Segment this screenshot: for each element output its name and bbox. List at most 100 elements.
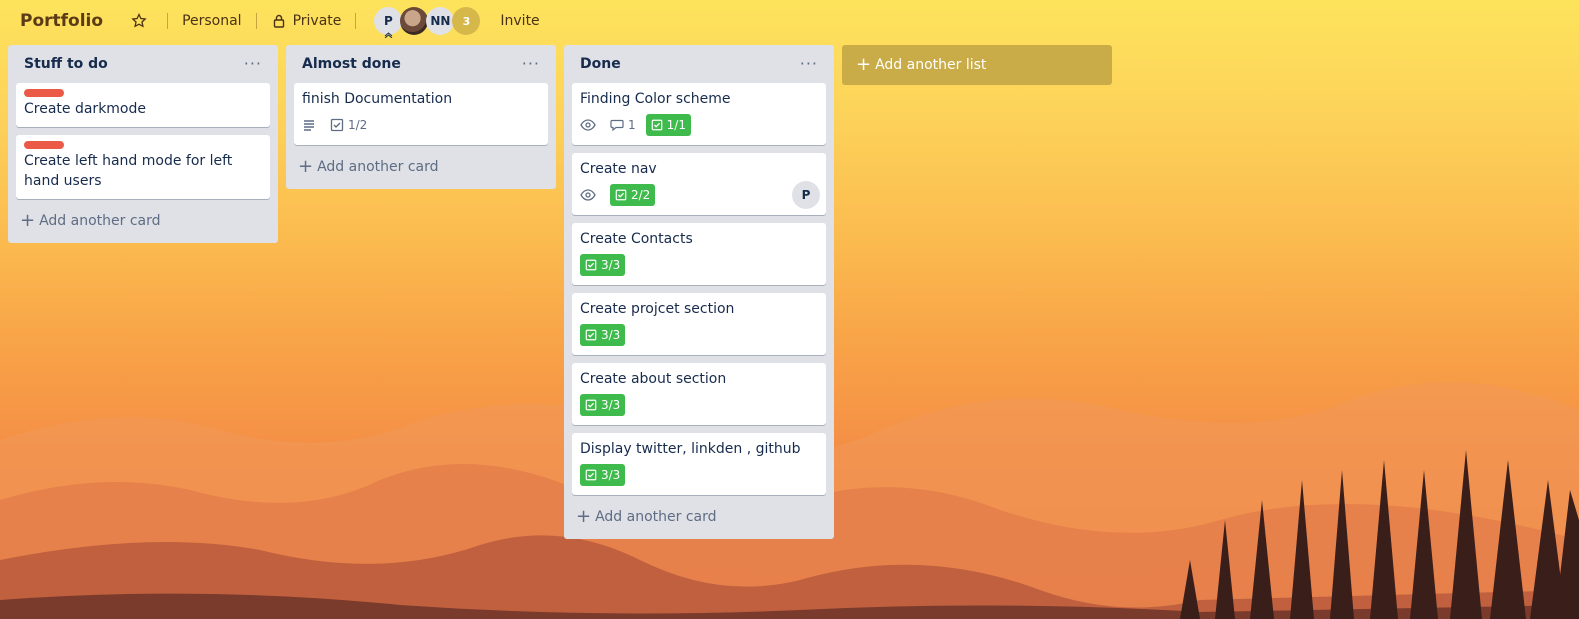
card[interactable]: Create nav 2/2 P bbox=[572, 153, 826, 215]
watching-badge bbox=[580, 113, 600, 137]
card-title: Create Contacts bbox=[580, 231, 693, 247]
card-title: Create left hand mode for left hand user… bbox=[24, 153, 233, 189]
card-title: Create nav bbox=[580, 161, 657, 177]
card-title: Create projcet section bbox=[580, 301, 735, 317]
avatar-initials: P bbox=[383, 14, 393, 28]
list-header: Stuff to do ··· bbox=[16, 45, 270, 83]
card-badges: 3/3 bbox=[580, 463, 818, 487]
card[interactable]: Create darkmode bbox=[16, 83, 270, 127]
card[interactable]: Finding Color scheme 1 1/1 bbox=[572, 83, 826, 145]
lock-icon bbox=[273, 14, 284, 28]
card[interactable]: Create about section 3/3 bbox=[572, 363, 826, 425]
checklist-badge-complete: 2/2 bbox=[610, 184, 656, 206]
checklist-count: 1/1 bbox=[666, 118, 686, 132]
more-members-count[interactable]: 3 bbox=[452, 7, 481, 35]
list-menu-icon[interactable]: ··· bbox=[522, 56, 540, 72]
comment-count: 1 bbox=[628, 118, 636, 132]
header-divider bbox=[167, 13, 169, 29]
list-title[interactable]: Almost done bbox=[302, 56, 401, 72]
card-title: Create darkmode bbox=[24, 101, 147, 117]
checklist-count: 3/3 bbox=[601, 258, 621, 272]
list-stuff-to-do: Stuff to do ··· Create darkmode Create l… bbox=[8, 45, 278, 243]
plus-icon: + bbox=[856, 54, 872, 75]
add-card-label: Add another card bbox=[39, 213, 161, 229]
card[interactable]: finish Documentation 1/2 bbox=[294, 83, 548, 145]
avatar[interactable]: NN bbox=[426, 7, 455, 35]
checklist-badge-complete: 3/3 bbox=[580, 254, 626, 276]
comments-badge: 1 bbox=[610, 113, 636, 137]
plus-icon: + bbox=[20, 210, 36, 231]
add-card-button[interactable]: + Add another card bbox=[294, 153, 548, 181]
card-badges: 3/3 bbox=[580, 253, 818, 277]
checklist-badge: 1/2 bbox=[330, 113, 367, 137]
checklist-icon bbox=[615, 189, 627, 201]
add-card-button[interactable]: + Add another card bbox=[572, 503, 826, 531]
description-badge bbox=[302, 113, 320, 137]
checklist-icon bbox=[330, 118, 344, 132]
add-card-label: Add another card bbox=[317, 159, 439, 175]
comment-icon bbox=[610, 119, 624, 132]
card-label-red[interactable] bbox=[24, 89, 64, 97]
header-divider bbox=[255, 13, 257, 29]
card-label-red[interactable] bbox=[24, 141, 64, 149]
star-icon bbox=[131, 13, 147, 28]
card-title: Finding Color scheme bbox=[580, 91, 731, 107]
card-title: Create about section bbox=[580, 371, 727, 387]
card-badges: 1 1/1 bbox=[580, 113, 818, 137]
card-badges: 3/3 bbox=[580, 323, 818, 347]
board-members: P NN 3 bbox=[374, 7, 481, 38]
card-title: finish Documentation bbox=[302, 91, 453, 107]
card[interactable]: Display twitter, linkden , github 3/3 bbox=[572, 433, 826, 495]
avatar-photo[interactable] bbox=[400, 7, 429, 35]
list-header: Done ··· bbox=[572, 45, 826, 83]
board-title[interactable]: Portfolio bbox=[20, 11, 103, 31]
add-list-button[interactable]: + Add another list bbox=[842, 45, 1112, 85]
plus-icon: + bbox=[576, 506, 592, 527]
checklist-count: 3/3 bbox=[601, 398, 621, 412]
checklist-icon bbox=[585, 329, 597, 341]
card-badges: 1/2 bbox=[302, 113, 540, 137]
card[interactable]: Create left hand mode for left hand user… bbox=[16, 135, 270, 199]
checklist-count: 1/2 bbox=[348, 118, 368, 132]
avatar-initials: NN bbox=[430, 14, 451, 28]
personal-button[interactable]: Personal bbox=[174, 8, 250, 34]
card-title: Display twitter, linkden , github bbox=[580, 441, 801, 457]
card[interactable]: Create Contacts 3/3 bbox=[572, 223, 826, 285]
card-badges: 2/2 bbox=[580, 183, 818, 207]
header-divider bbox=[355, 13, 357, 29]
add-card-label: Add another card bbox=[595, 509, 717, 525]
plus-icon: + bbox=[298, 156, 314, 177]
checklist-badge-complete: 3/3 bbox=[580, 324, 626, 346]
eye-icon bbox=[580, 119, 596, 131]
checklist-icon bbox=[585, 469, 597, 481]
list-header: Almost done ··· bbox=[294, 45, 548, 83]
checklist-count: 2/2 bbox=[631, 188, 651, 202]
star-board-button[interactable] bbox=[123, 8, 161, 34]
checklist-badge-complete: 3/3 bbox=[580, 464, 626, 486]
eye-icon bbox=[580, 189, 596, 201]
checklist-count: 3/3 bbox=[601, 328, 621, 342]
list-title[interactable]: Done bbox=[580, 56, 621, 72]
checklist-badge-complete: 1/1 bbox=[645, 114, 691, 136]
list-title[interactable]: Stuff to do bbox=[24, 56, 108, 72]
visibility-label: Private bbox=[292, 13, 342, 29]
checklist-icon bbox=[585, 259, 597, 271]
checklist-icon bbox=[651, 119, 662, 131]
invite-button[interactable]: Invite bbox=[492, 8, 547, 34]
watching-badge bbox=[580, 183, 600, 207]
list-done: Done ··· Finding Color scheme 1 1/1 Crea… bbox=[564, 45, 834, 539]
checklist-count: 3/3 bbox=[601, 468, 621, 482]
card-member-avatar[interactable]: P bbox=[792, 181, 820, 209]
card[interactable]: Create projcet section 3/3 bbox=[572, 293, 826, 355]
admin-chevron-icon bbox=[385, 32, 393, 38]
avatar[interactable]: P bbox=[374, 7, 403, 38]
description-icon bbox=[304, 120, 314, 131]
list-menu-icon[interactable]: ··· bbox=[244, 56, 262, 72]
list-almost-done: Almost done ··· finish Documentation 1/2… bbox=[286, 45, 556, 189]
member-count: 3 bbox=[462, 14, 471, 28]
board-header: Portfolio Personal Private P NN 3 Invite bbox=[0, 0, 1579, 42]
list-menu-icon[interactable]: ··· bbox=[800, 56, 818, 72]
visibility-button[interactable]: Private bbox=[263, 8, 350, 34]
add-list-label: Add another list bbox=[875, 57, 987, 73]
add-card-button[interactable]: + Add another card bbox=[16, 207, 270, 235]
